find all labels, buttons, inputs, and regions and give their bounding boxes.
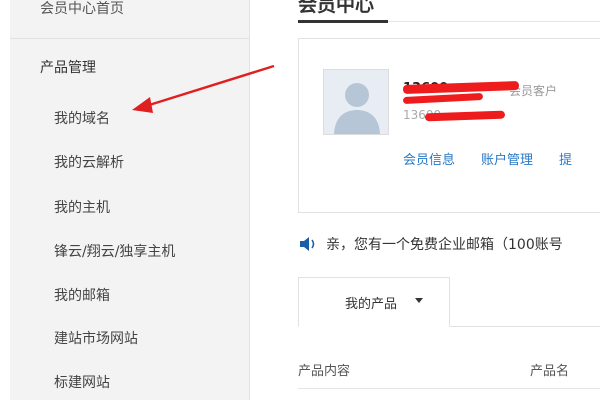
sidebar-item-site-market[interactable]: 建站市场网站: [54, 328, 138, 348]
sidebar-item-standard-site[interactable]: 标建网站: [54, 372, 110, 392]
sidebar-item-hosts[interactable]: 我的主机: [54, 197, 110, 217]
sidebar-divider: [10, 38, 249, 39]
sidebar-item-dedicated-hosts[interactable]: 锋云/翔云/独享主机: [54, 241, 175, 261]
sidebar-item-mailbox[interactable]: 我的邮箱: [54, 285, 110, 305]
tab-label: 我的产品: [345, 297, 398, 312]
product-tabs: 我的产品: [298, 277, 600, 327]
member-info-link[interactable]: 会员信息: [403, 149, 455, 168]
sidebar-item-domains[interactable]: 我的域名: [54, 108, 110, 128]
default-avatar-icon: [323, 69, 389, 135]
table-header-rule: [298, 388, 600, 389]
sidebar-item-cloud-dns[interactable]: 我的云解析: [54, 152, 124, 172]
page-title: 会员中心: [298, 0, 375, 16]
sidebar-home-link[interactable]: 会员中心首页: [40, 0, 124, 22]
more-link[interactable]: 提: [559, 149, 572, 168]
redaction-mark: [424, 110, 506, 122]
tab-my-products[interactable]: 我的产品: [298, 277, 450, 327]
column-header-content: 产品内容: [298, 364, 351, 379]
sidebar: 会员中心首页 产品管理 我的域名 我的云解析 我的主机 锋云/翔云/独享主机 我…: [10, 0, 250, 400]
speaker-icon: [300, 237, 315, 251]
caret-down-icon: [415, 298, 423, 303]
title-rule: [388, 21, 600, 22]
column-header-name: 产品名: [530, 364, 570, 379]
profile-card: 13600 会员客户 13600 会员信息 账户管理 提: [298, 38, 600, 213]
sidebar-section-title: 产品管理: [40, 60, 96, 76]
account-manage-link[interactable]: 账户管理: [481, 149, 533, 168]
title-underline: [298, 20, 388, 23]
notice-text[interactable]: 亲，您有一个免费企业邮箱（100账号: [326, 234, 563, 254]
